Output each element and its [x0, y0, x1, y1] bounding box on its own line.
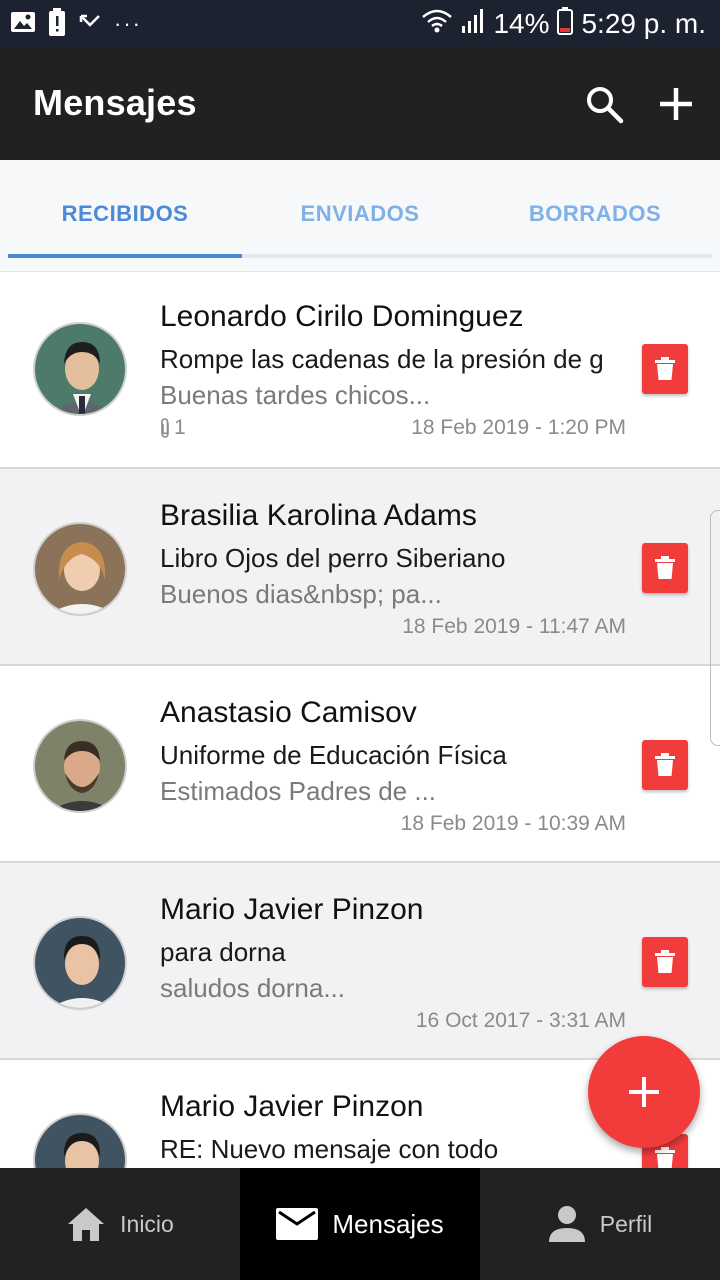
trash-icon — [655, 950, 675, 973]
more-notifications-icon: ··· — [114, 11, 142, 36]
battery-alert-icon — [48, 7, 66, 41]
attachment-count: 1 — [158, 416, 186, 440]
nav-mensajes-label: Mensajes — [332, 1208, 444, 1239]
status-bar: ··· 14% 5:29 p. m. — [0, 0, 720, 48]
trash-icon — [655, 1147, 675, 1168]
person-icon — [548, 1206, 585, 1242]
message-item[interactable]: Leonardo Cirilo Dominguez Rompe las cade… — [0, 272, 720, 469]
nav-inicio[interactable]: Inicio — [0, 1168, 240, 1280]
tab-borrados[interactable]: BORRADOS — [478, 160, 712, 268]
nav-mensajes[interactable]: Mensajes — [240, 1168, 480, 1280]
avatar — [33, 916, 127, 1010]
message-preview: Estimados Padres de ... — [160, 776, 437, 806]
message-date: 16 Oct 2017 - 3:31 AM — [415, 1009, 626, 1032]
status-left-icons: ··· — [10, 7, 142, 41]
nav-perfil-label: Perfil — [599, 1210, 653, 1237]
tab-enviados[interactable]: ENVIADOS — [243, 160, 477, 268]
message-item[interactable]: Mario Javier Pinzon para dorna saludos d… — [0, 863, 720, 1060]
wifi-icon — [421, 8, 453, 41]
missed-call-icon — [78, 10, 102, 39]
mail-icon — [276, 1208, 319, 1240]
avatar — [33, 1113, 127, 1168]
tab-indicator — [8, 254, 242, 258]
message-sender: Brasilia Karolina Adams — [160, 499, 477, 532]
message-subject: para dorna — [160, 937, 286, 967]
message-date: 18 Feb 2019 - 1:20 PM — [411, 416, 626, 439]
search-icon — [587, 87, 624, 124]
home-icon — [68, 1208, 105, 1241]
message-subject: Uniforme de Educación Física — [160, 740, 507, 770]
message-sender: Leonardo Cirilo Dominguez — [160, 300, 524, 333]
message-item[interactable]: Brasilia Karolina Adams Libro Ojos del p… — [0, 469, 720, 666]
add-icon — [660, 88, 692, 120]
nav-perfil[interactable]: Perfil — [480, 1168, 720, 1280]
nav-inicio-label: Inicio — [120, 1210, 174, 1237]
tab-recibidos[interactable]: RECIBIDOS — [8, 160, 242, 268]
edge-panel-handle[interactable] — [710, 510, 720, 746]
plus-icon — [629, 1077, 659, 1107]
status-right-icons: 14% 5:29 p. m. — [421, 6, 706, 42]
gallery-notification-icon — [10, 10, 36, 39]
delete-button[interactable] — [642, 937, 688, 987]
message-subject: Libro Ojos del perro Siberiano — [160, 543, 506, 573]
avatar — [33, 322, 127, 416]
message-date: 18 Feb 2019 - 10:39 AM — [400, 812, 626, 835]
battery-percent: 14% — [493, 8, 550, 39]
message-sender: Mario Javier Pinzon — [160, 893, 424, 926]
delete-button[interactable] — [642, 344, 688, 394]
message-preview: Buenas tardes chicos... — [160, 380, 431, 410]
message-preview: saludos dorna... — [160, 973, 346, 1003]
message-date: 18 Feb 2019 - 11:47 AM — [402, 615, 626, 638]
trash-icon — [655, 556, 675, 579]
bottom-nav: Inicio Mensajes Perfil — [0, 1168, 720, 1280]
avatar — [33, 719, 127, 813]
message-subject: Rompe las cadenas de la presión de g — [160, 344, 604, 374]
avatar — [33, 522, 127, 616]
compose-fab[interactable] — [588, 1036, 700, 1148]
delete-button[interactable] — [642, 543, 688, 593]
battery-icon — [557, 6, 574, 42]
clock: 5:29 p. m. — [581, 8, 706, 39]
message-preview: Buenos dias&nbsp; pa... — [160, 579, 442, 609]
page-title: Mensajes — [33, 82, 197, 123]
attachment-count-label: 1 — [174, 416, 186, 439]
paperclip-icon — [161, 418, 169, 438]
tab-bar: RECIBIDOS ENVIADOS BORRADOS — [0, 160, 720, 272]
trash-icon — [655, 753, 675, 776]
add-button[interactable] — [652, 80, 700, 128]
message-sender: Mario Javier Pinzon — [160, 1090, 424, 1123]
app-bar: Mensajes — [0, 48, 720, 160]
delete-button[interactable] — [642, 740, 688, 790]
message-item[interactable]: Anastasio Camisov Uniforme de Educación … — [0, 666, 720, 863]
message-subject: RE: Nuevo mensaje con todo — [160, 1134, 499, 1164]
signal-icon — [461, 8, 485, 41]
search-button[interactable] — [580, 80, 628, 128]
trash-icon — [655, 357, 675, 380]
message-sender: Anastasio Camisov — [160, 696, 417, 729]
message-list: Leonardo Cirilo Dominguez Rompe las cade… — [0, 272, 720, 1168]
